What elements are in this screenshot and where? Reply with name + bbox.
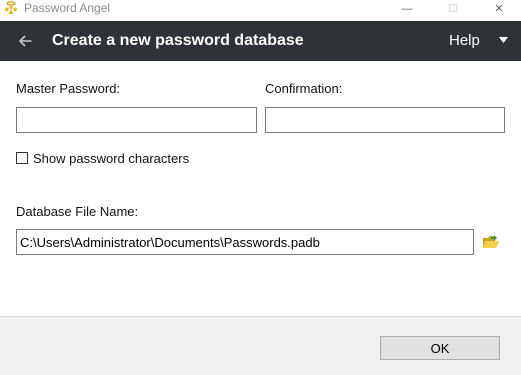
page-title: Create a new password database	[52, 32, 304, 49]
confirmation-label: Confirmation:	[265, 81, 343, 96]
confirmation-input[interactable]	[265, 107, 505, 133]
database-file-input[interactable]	[16, 229, 474, 255]
help-menu[interactable]: Help	[449, 32, 480, 50]
window-title: Password Angel	[24, 1, 111, 15]
angel-icon	[5, 1, 17, 14]
folder-open-icon[interactable]	[482, 233, 500, 251]
maximize-icon: ☐	[448, 3, 458, 15]
window-titlebar: Password Angel — ☐ ✕	[0, 0, 521, 17]
back-arrow-icon[interactable]	[16, 32, 34, 50]
caret-down-icon[interactable]	[499, 37, 508, 43]
minimize-button[interactable]: —	[384, 0, 430, 17]
close-button[interactable]: ✕	[476, 0, 521, 17]
master-password-input[interactable]	[16, 107, 257, 133]
page-header: Create a new password database Help	[0, 21, 521, 61]
maximize-button[interactable]: ☐	[430, 0, 476, 17]
show-password-checkbox[interactable]	[16, 152, 28, 164]
database-file-label: Database File Name:	[16, 204, 139, 219]
show-password-label[interactable]: Show password characters	[33, 151, 189, 167]
minimize-icon: —	[401, 2, 413, 15]
master-password-label: Master Password:	[16, 81, 121, 96]
close-icon: ✕	[494, 3, 504, 15]
ok-button[interactable]: OK	[380, 336, 500, 360]
